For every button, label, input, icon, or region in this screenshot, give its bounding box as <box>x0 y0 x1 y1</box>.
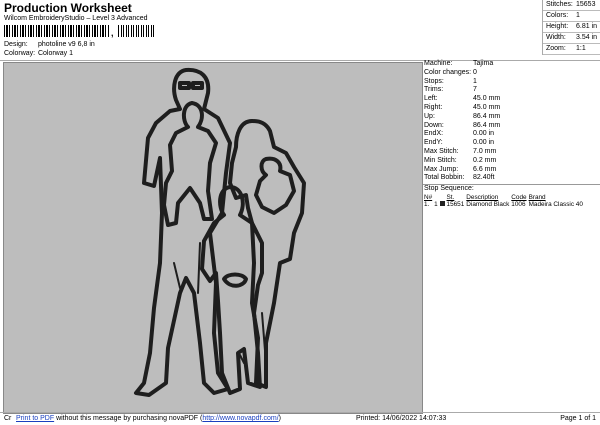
design-preview <box>3 62 423 414</box>
info-up: Up: 86.4 mm <box>424 112 501 120</box>
design-value: photoline v9 6,8 in <box>37 41 95 48</box>
info-machine: Machine: Tajima <box>424 60 494 67</box>
design-label: Design: <box>4 41 28 48</box>
software-subtitle: Wilcom EmbroideryStudio – Level 3 Advanc… <box>4 15 148 22</box>
info-trims: Trims: 7 <box>424 86 477 94</box>
info-max-jump: Max Jump: 6.6 mm <box>424 165 497 173</box>
colorway-value: Colorway 1 <box>37 50 73 57</box>
stat-height: Height: 6.81 in <box>543 22 600 33</box>
col-description: Description <box>466 193 499 201</box>
barcode-separator: , <box>111 28 114 38</box>
info-right: Right: 45.0 mm <box>424 103 501 111</box>
col-brand: Brand <box>528 193 546 201</box>
table-row: 1. 1 15651 Diamond Black 1006 Madeira Cl… <box>424 200 585 208</box>
info-down: Down: 86.4 mm <box>424 121 501 129</box>
info-stops: Stops: 1 <box>424 77 477 85</box>
colorway-label: Colorway: <box>4 50 36 57</box>
footer-bar: Cr Print to PDF without this message by … <box>0 412 600 425</box>
footer-novapdf-notice: Print to PDF without this message by pur… <box>16 413 281 424</box>
row-stop: 1 <box>434 200 446 208</box>
footer-left-fragment: Cr <box>4 415 12 422</box>
design-row: Design: photoline v9 6,8 in <box>4 41 95 48</box>
row-code: 1006 <box>511 200 526 208</box>
embroidery-family-outline <box>134 67 306 397</box>
colorway-row: Colorway: Colorway 1 <box>4 50 73 57</box>
info-color-changes: Color changes: 0 <box>424 68 477 76</box>
stats-panel: Stitches: 15653 Colors: 1 Height: 6.81 in W… <box>542 0 600 55</box>
page-number: Page 1 of 1 <box>560 415 596 422</box>
stop-sequence-header: N# St. Description Code Brand <box>424 194 585 201</box>
col-st: St. <box>446 193 455 201</box>
barcode-secondary <box>118 25 156 37</box>
footer-end-text: ) <box>278 415 281 422</box>
footer-mid-text: without this message by purchasing novaP… <box>54 415 203 422</box>
stat-stitches: Stitches: 15653 <box>543 0 600 11</box>
page-title: Production Worksheet <box>4 1 132 15</box>
thread-color-swatch <box>439 200 445 206</box>
stat-width: Width: 3.54 in <box>543 33 600 44</box>
stop-sequence-table: N# St. Description Code Brand 1. 1 15651… <box>424 194 585 208</box>
info-total-bobbin: Total Bobbin: 82.40ft <box>424 174 495 182</box>
row-brand: Madeira Classic 40 <box>528 200 583 208</box>
stat-colors: Colors: 1 <box>543 11 600 22</box>
row-description: Diamond Black <box>466 200 510 208</box>
machine-info-panel: Machine: Tajima Color changes: 0 Stops: 1 T… <box>423 60 600 208</box>
info-endy: EndY: 0.00 in <box>424 139 495 147</box>
info-left: Left: 45.0 mm <box>424 95 501 103</box>
info-min-stitch: Min Stitch: 0.2 mm <box>424 156 497 164</box>
barcode <box>4 25 109 37</box>
info-endx: EndX: 0.00 in <box>424 130 495 138</box>
print-to-pdf-link[interactable]: Print to PDF <box>16 415 54 422</box>
row-number: 1. <box>424 200 430 208</box>
col-code: Code <box>511 193 527 201</box>
novapdf-url-link[interactable]: http://www.novapdf.com/ <box>202 415 278 422</box>
col-num: N# <box>424 193 433 201</box>
row-stitches: 15651 <box>446 200 465 208</box>
info-max-stitch: Max Stitch: 7.0 mm <box>424 147 497 155</box>
printed-timestamp: Printed: 14/06/2022 14:07:33 <box>356 415 447 422</box>
stop-sequence-title: Stop Sequence: <box>423 184 600 194</box>
stat-zoom: Zoom: 1:1 <box>543 44 600 55</box>
